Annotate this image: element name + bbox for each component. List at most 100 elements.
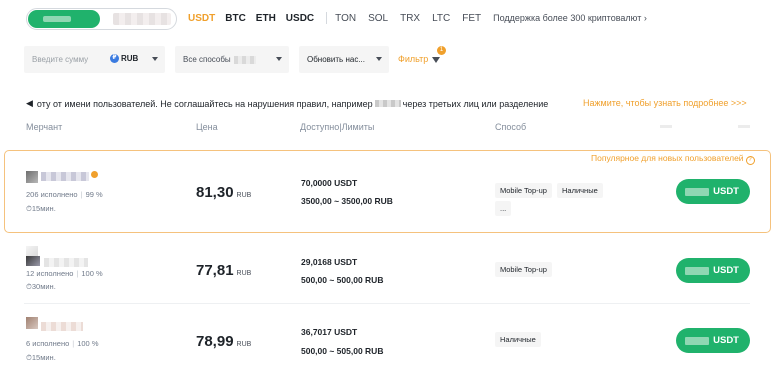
filter-button[interactable]: Фильтр	[398, 54, 441, 64]
price: 78,99 RUB	[196, 333, 251, 350]
price-value: 78,99	[196, 333, 234, 350]
buy-button-label: USDT	[713, 265, 739, 276]
refresh-label: Обновить нас...	[307, 55, 365, 64]
chevron-down-icon	[152, 57, 158, 61]
support-more-coins-link[interactable]: Поддержка более 300 криптовалют ›	[493, 13, 647, 23]
ruble-icon: ₽	[110, 54, 119, 63]
avatar	[26, 317, 38, 329]
redacted-text	[685, 266, 710, 275]
speaker-icon: ◀	[26, 98, 33, 108]
learn-more-link[interactable]: Нажмите, чтобы узнать подробнее >>>	[583, 98, 747, 108]
price-unit: RUB	[236, 341, 252, 348]
buy-button[interactable]: USDT	[676, 179, 750, 204]
tab-coin-usdc[interactable]: USDC	[286, 13, 314, 24]
currency-label: RUB	[121, 54, 139, 63]
amount-placeholder: Введите сумму	[32, 55, 89, 64]
payment-methods-label: Все способы	[183, 55, 231, 64]
price: 77,81 RUB	[196, 262, 251, 279]
merchant-stats: 12 исполнено | 100 %	[26, 269, 103, 278]
payment-time-value: 15мин.	[31, 204, 56, 213]
tab-coin-btc[interactable]: BTC	[225, 13, 246, 24]
warning-notice: ◀ оту от имени пользователей. Не соглаша…	[26, 98, 548, 109]
price-value: 77,81	[196, 262, 234, 279]
ad-row: Популярное для новых пользователей?	[4, 150, 771, 233]
redacted-text	[685, 336, 710, 345]
orders-count: 6 исполнено	[26, 339, 70, 348]
chevron-right-icon: ›	[643, 13, 647, 23]
redacted-text	[233, 55, 256, 64]
buy-sell-toggle[interactable]	[26, 8, 177, 30]
filter-label: Фильтр	[398, 54, 429, 64]
buy-button-label: USDT	[713, 335, 739, 346]
payment-method-chip: Mobile Top-up	[495, 262, 552, 277]
tab-coin-sol[interactable]: SOL	[368, 13, 388, 24]
payment-time: ⏱30мин.	[26, 282, 56, 292]
buy-button-label: USDT	[713, 186, 739, 197]
completion-rate: 100 %	[81, 269, 103, 278]
column-method: Способ	[495, 122, 527, 132]
column-merchant: Мерчант	[26, 122, 63, 132]
help-icon[interactable]: ?	[745, 156, 755, 165]
column-price: Цена	[196, 122, 218, 132]
payment-time: ⏱15мин.	[26, 204, 56, 214]
orders-count: 12 исполнено	[26, 269, 74, 278]
row-divider	[24, 303, 750, 304]
chevron-down-icon	[376, 57, 382, 61]
merchant-name[interactable]	[44, 258, 88, 267]
price-value: 81,30	[196, 184, 234, 201]
tab-coin-eth[interactable]: ETH	[256, 13, 276, 24]
payment-time: ⏱15мин.	[26, 353, 56, 363]
coin-tabs: USDT BTC ETH USDC TON SOL TRX LTC FET По…	[188, 12, 647, 24]
more-methods-chip[interactable]: ...	[495, 201, 512, 216]
payment-methods-select[interactable]: Все способы	[175, 46, 289, 73]
price-unit: RUB	[236, 192, 252, 199]
tab-coin-fet[interactable]: FET	[462, 13, 481, 24]
buy-button[interactable]: USDT	[676, 258, 750, 283]
limits: 3500,00 ~ 3500,00 RUB	[301, 196, 393, 206]
notice-text-1: оту от имени пользователей. Не соглашайт…	[36, 98, 373, 109]
price: 81,30 RUB	[196, 184, 251, 201]
refresh-select[interactable]: Обновить нас...	[299, 46, 389, 73]
completion-rate: 100 %	[77, 339, 99, 348]
avatar-image	[26, 256, 40, 266]
toggle-sell-option[interactable]	[113, 13, 171, 25]
available-amount: 29,0168 USDT	[301, 257, 358, 267]
popular-badge: Популярное для новых пользователей?	[591, 153, 755, 165]
merchant-stats: 6 исполнено | 100 %	[26, 339, 99, 348]
tabs-divider	[326, 12, 328, 24]
tab-coin-ton[interactable]: TON	[335, 13, 356, 24]
amount-input[interactable]: Введите сумму ₽ RUB	[24, 46, 165, 73]
tab-coin-usdt[interactable]: USDT	[188, 13, 215, 24]
merchant-name[interactable]	[41, 322, 83, 331]
currency-select[interactable]: ₽ RUB	[110, 54, 138, 63]
orders-count: 206 исполнено	[26, 190, 78, 199]
payment-method-chip: Mobile Top-up	[495, 183, 552, 198]
verified-badge-icon	[91, 171, 98, 178]
redacted-text	[374, 100, 401, 107]
available-amount: 36,7017 USDT	[301, 327, 358, 337]
filter-count-badge: 1	[437, 46, 446, 55]
tab-coin-trx[interactable]: TRX	[400, 13, 420, 24]
buy-button[interactable]: USDT	[676, 328, 750, 353]
column-extra-placeholder	[738, 125, 750, 128]
popular-badge-label: Популярное для новых пользователей	[591, 153, 744, 163]
support-more-coins-label: Поддержка более 300 криптовалют	[493, 13, 642, 23]
limits: 500,00 ~ 505,00 RUB	[301, 346, 384, 356]
column-trade-placeholder	[660, 125, 672, 128]
merchant-stats: 206 исполнено | 99 %	[26, 190, 103, 199]
avatar	[26, 171, 38, 183]
merchant-name[interactable]	[41, 172, 89, 181]
completion-rate: 99 %	[85, 190, 103, 199]
toggle-buy-label	[43, 16, 71, 22]
payment-time-value: 30мин.	[31, 282, 56, 291]
limits: 500,00 ~ 500,00 RUB	[301, 275, 384, 285]
toggle-buy-option[interactable]	[28, 10, 100, 28]
filter-icon	[432, 57, 441, 63]
column-available: Доступно|Лимиты	[300, 122, 375, 132]
price-unit: RUB	[236, 270, 252, 277]
payment-method-chip: Наличные	[495, 332, 541, 347]
tab-coin-ltc[interactable]: LTC	[432, 13, 450, 24]
payment-method-chip: Наличные	[557, 183, 603, 198]
redacted-text	[685, 187, 710, 196]
available-amount: 70,0000 USDT	[301, 178, 358, 188]
